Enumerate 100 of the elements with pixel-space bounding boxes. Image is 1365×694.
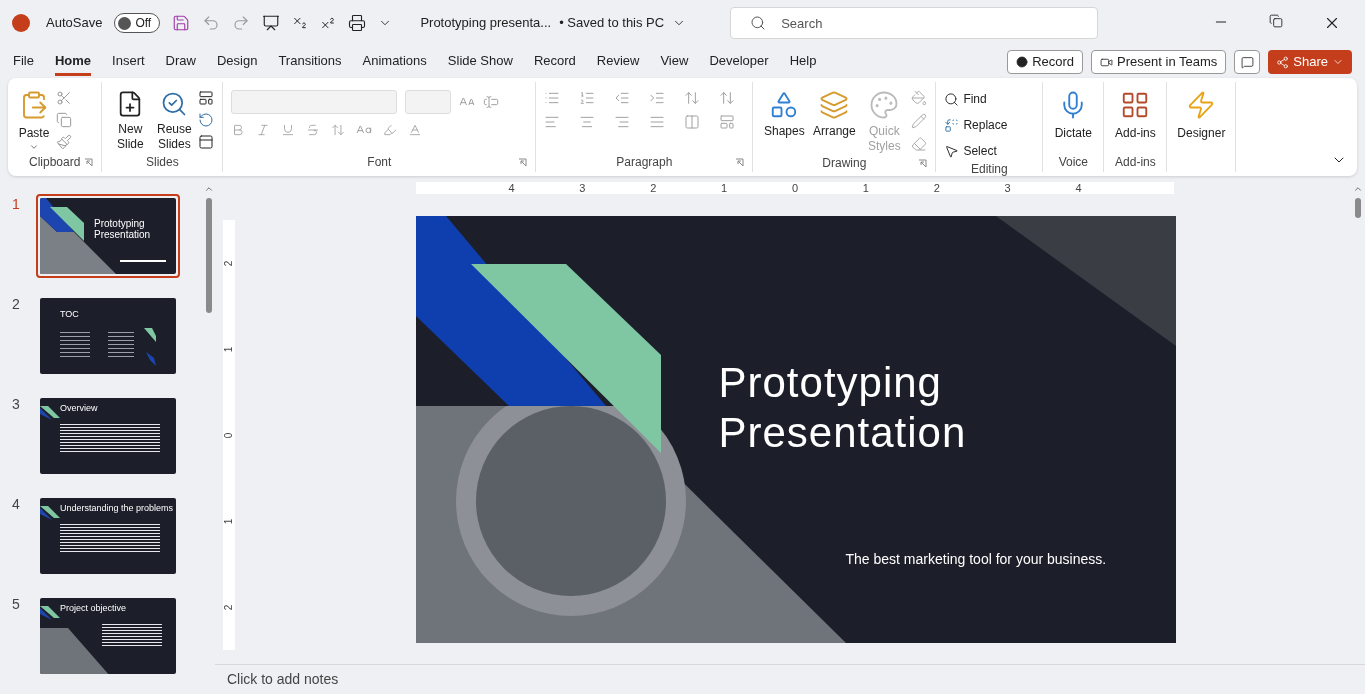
slide-number: 4: [12, 495, 21, 514]
ribbon-tab[interactable]: View: [660, 48, 689, 76]
ruler-number: 1: [721, 180, 728, 196]
ribbon-tab[interactable]: Transitions: [278, 48, 342, 76]
slide-number: 2: [12, 295, 21, 314]
layers-icon: [819, 90, 850, 120]
scroll-up-icon[interactable]: [1353, 184, 1363, 194]
designer-button[interactable]: Designer: [1175, 86, 1228, 142]
slide-number: 3: [12, 395, 21, 414]
ribbon-tab[interactable]: Record: [533, 48, 576, 76]
print-icon[interactable]: [348, 14, 367, 32]
format-painter-icon[interactable]: [56, 134, 72, 150]
pointer-icon: [944, 143, 960, 159]
superscript-icon[interactable]: [320, 15, 337, 31]
reuse-slides-button[interactable]: Reuse Slides: [154, 86, 195, 152]
group-label: Drawing: [822, 155, 867, 172]
ruler-number: 4: [1075, 180, 1082, 196]
autosave-toggle[interactable]: Off: [114, 13, 161, 33]
reset-icon[interactable]: [198, 112, 215, 128]
share-button[interactable]: Share: [1268, 50, 1352, 74]
search-field[interactable]: Search: [730, 7, 1099, 39]
drawing-button[interactable]: Shapes: [761, 86, 808, 139]
ruler-number: 0: [222, 432, 236, 438]
ribbon-tab[interactable]: Design: [216, 48, 258, 76]
chevron-down-icon: [29, 142, 39, 152]
ribbon-tab[interactable]: Insert: [112, 48, 145, 76]
shape-outline-icon[interactable]: [911, 113, 928, 129]
ribbon-tab[interactable]: Help: [789, 48, 817, 76]
slide-thumbnail[interactable]: Prototyping Presentation: [36, 194, 180, 278]
layout-icon[interactable]: [198, 90, 215, 106]
slide-artwork-drawing: [40, 506, 60, 520]
slide-title: Understanding the problems: [60, 502, 174, 515]
share-icon: [1276, 55, 1290, 69]
group-label: Clipboard: [29, 154, 81, 171]
group-label: Voice: [1058, 154, 1089, 171]
scrollbar-thumb[interactable]: [1355, 198, 1361, 218]
dialog-launcher-icon[interactable]: [518, 157, 528, 167]
copy-icon[interactable]: [56, 112, 72, 128]
ribbon-tab[interactable]: Developer: [709, 48, 769, 76]
ribbon-tab[interactable]: Slide Show: [447, 48, 513, 76]
ruler-number: 1: [862, 180, 869, 196]
drawing-button[interactable]: Arrange: [811, 86, 858, 139]
shape-fill-icon[interactable]: [911, 90, 928, 106]
palette-icon: [869, 90, 900, 120]
dialog-launcher-icon[interactable]: [84, 157, 94, 167]
record-icon: [1016, 56, 1029, 68]
cut-icon[interactable]: [56, 90, 72, 106]
ruler-number: 1: [222, 518, 236, 524]
file-title[interactable]: Prototyping presenta... • Saved to this PC: [420, 13, 687, 33]
paste-button[interactable]: Paste: [16, 86, 52, 152]
scrollbar-thumb[interactable]: [206, 198, 212, 313]
slide-number: 5: [12, 595, 21, 614]
redo-icon[interactable]: [232, 14, 251, 32]
slide-title: TOC: [60, 308, 79, 321]
replace-button[interactable]: Replace: [944, 116, 1035, 134]
slide-subtitle[interactable]: The best marketing tool for your business.: [845, 549, 1107, 570]
scroll-up-icon[interactable]: [204, 184, 214, 194]
group-label: Slides: [146, 154, 179, 171]
group-label: Font: [367, 154, 392, 171]
ribbon-tab[interactable]: Animations: [362, 48, 427, 76]
slide-number: 1: [12, 195, 21, 214]
select-button[interactable]: Select: [944, 142, 1035, 160]
ruler-number: 2: [650, 180, 657, 196]
comments-button[interactable]: [1234, 50, 1261, 74]
autosave-label: AutoSave: [46, 14, 103, 33]
shape-effects-icon[interactable]: [911, 136, 928, 152]
ribbon-tab[interactable]: Draw: [165, 48, 196, 76]
save-icon[interactable]: [172, 14, 191, 32]
search-icon: [944, 91, 960, 107]
record-button[interactable]: Record: [1007, 50, 1084, 74]
restore-icon[interactable]: [1269, 14, 1283, 28]
ruler-number: 4: [508, 180, 515, 196]
slide-title[interactable]: Prototyping: [718, 358, 967, 408]
ruler-number: 2: [933, 180, 940, 196]
slide-artwork-drawing: [40, 606, 60, 620]
group-label: Add-ins: [1115, 154, 1156, 171]
presentation-icon[interactable]: [262, 14, 281, 32]
subtitle-line: [120, 260, 166, 262]
ribbon-tab[interactable]: File: [13, 48, 34, 76]
ruler-number: 1: [222, 346, 236, 352]
subscript-icon[interactable]: [292, 15, 309, 31]
ruler-number: 0: [791, 180, 798, 196]
photo-placeholder: [40, 628, 110, 674]
undo-icon[interactable]: [202, 14, 221, 32]
new-slide-button[interactable]: New Slide: [110, 86, 151, 152]
app-logo-icon: [12, 14, 30, 32]
section-icon[interactable]: [198, 134, 215, 150]
slide-artwork-drawing: [40, 406, 60, 420]
find-button[interactable]: Find: [944, 90, 1035, 108]
dictate-button[interactable]: Dictate: [1051, 86, 1096, 142]
slide-title: Project objective: [60, 602, 127, 615]
ruler-number: 2: [222, 260, 236, 266]
add-ins-button[interactable]: Add-ins: [1112, 86, 1159, 142]
dialog-launcher-icon[interactable]: [735, 157, 745, 167]
slide-artwork-drawing: [144, 328, 156, 366]
notes-placeholder[interactable]: Click to add notes: [227, 669, 339, 690]
dialog-launcher-icon[interactable]: [918, 158, 928, 168]
ribbon-tab[interactable]: Review: [596, 48, 640, 76]
present-in-teams-button[interactable]: Present in Teams: [1091, 50, 1227, 74]
slide-title[interactable]: Presentation: [718, 408, 967, 458]
